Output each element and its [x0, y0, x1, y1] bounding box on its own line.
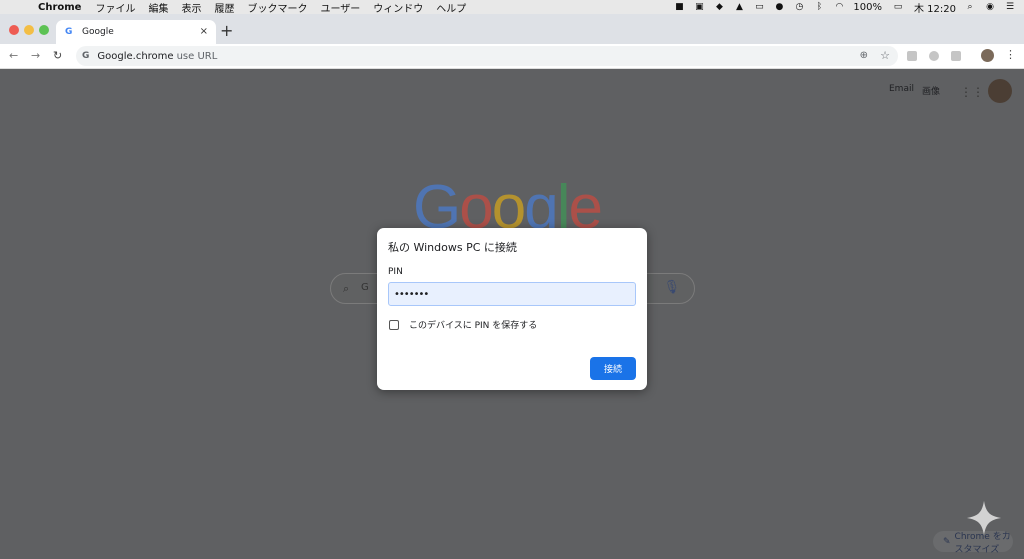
zoom-icon[interactable]: ⊕ — [860, 50, 868, 61]
pin-label: PIN — [388, 267, 403, 277]
google-g-icon: G — [82, 51, 90, 61]
address-bar[interactable]: G Google.chrome use URL ⊕ ☆ — [76, 46, 898, 66]
menu-window[interactable]: ウィンドウ — [373, 0, 423, 15]
extension-icon[interactable] — [907, 51, 917, 61]
search-icon: ⌕ — [343, 282, 350, 295]
tab-strip: G Google × + — [0, 14, 1024, 44]
briefcase-icon[interactable]: ▣ — [693, 2, 705, 12]
images-link[interactable]: 画像 — [922, 84, 940, 97]
siri-icon[interactable]: ◉ — [984, 2, 996, 12]
spotlight-search-icon[interactable]: ⌕ — [964, 2, 976, 12]
menu-file[interactable]: ファイル — [95, 0, 135, 15]
back-arrow-icon[interactable]: ← — [9, 49, 18, 62]
menu-app-name[interactable]: Chrome — [38, 2, 81, 13]
profile-avatar-small[interactable] — [981, 49, 994, 62]
reload-icon[interactable]: ↻ — [53, 49, 62, 62]
google-apps-grid-icon[interactable]: ⋮⋮⋮ — [960, 86, 996, 98]
tab-close-icon[interactable]: × — [200, 26, 208, 37]
menu-view[interactable]: 表示 — [181, 0, 201, 15]
url-rest-text: use URL — [176, 50, 218, 62]
menu-extra-icon[interactable]: ● — [773, 2, 785, 12]
pin-input[interactable] — [388, 282, 636, 306]
browser-toolbar: ← → ↻ G Google.chrome use URL ⊕ ☆ ⋮ — [0, 44, 1024, 69]
connect-button[interactable]: 接続 — [590, 357, 636, 380]
battery-icon[interactable]: ▭ — [890, 2, 906, 12]
menu-people[interactable]: ユーザー — [320, 0, 360, 15]
forward-arrow-icon[interactable]: → — [31, 49, 40, 62]
macos-menu-bar: Chrome ファイル 編集 表示 履歴 ブックマーク ユーザー ウィンドウ ヘ… — [0, 0, 1024, 15]
menu-help[interactable]: ヘルプ — [436, 0, 466, 15]
dropbox-icon[interactable]: ◆ — [713, 2, 725, 12]
gmail-link[interactable]: Email — [889, 84, 914, 94]
control-list-icon[interactable]: ☰ — [1004, 2, 1016, 12]
battery-percent: 100% — [853, 1, 882, 13]
new-tab-button[interactable]: + — [220, 23, 233, 39]
remember-pin-label[interactable]: このデバイスに PIN を保存する — [409, 318, 537, 331]
menu-bookmarks[interactable]: ブックマーク — [247, 0, 307, 15]
window-close-button[interactable] — [9, 25, 19, 35]
extension-globe-icon[interactable] — [929, 51, 939, 61]
menu-history[interactable]: 履歴 — [214, 0, 234, 15]
pin-dialog: 私の Windows PC に接続 PIN このデバイスに PIN を保存する … — [377, 228, 647, 390]
remember-pin-checkbox[interactable] — [389, 320, 399, 330]
tab-title: Google — [82, 27, 114, 37]
sparkle-watermark-icon — [966, 500, 1002, 536]
menu-edit[interactable]: 編集 — [148, 0, 168, 15]
more-menu-icon[interactable]: ⋮ — [1005, 48, 1016, 61]
url-host-text: Google.chrome — [97, 50, 174, 62]
google-favicon-icon: G — [65, 27, 73, 37]
time-machine-icon[interactable]: ◷ — [793, 2, 805, 12]
pencil-icon: ✎ — [943, 536, 951, 547]
menu-clock[interactable]: 木 12:20 — [914, 0, 956, 15]
tab-google[interactable]: G Google × — [56, 20, 216, 44]
dialog-title: 私の Windows PC に接続 — [388, 241, 517, 254]
display-icon[interactable]: ▭ — [753, 2, 765, 12]
microphone-icon[interactable]: 🎙 — [663, 280, 680, 295]
window-zoom-button[interactable] — [39, 25, 49, 35]
wifi-icon[interactable]: ◠ — [833, 2, 845, 12]
extension-mail-icon[interactable] — [951, 51, 961, 61]
search-partial-text: G — [361, 282, 369, 293]
upload-icon[interactable]: ▲ — [733, 2, 745, 12]
bluetooth-icon[interactable]: ᛒ — [813, 2, 825, 12]
camera-icon[interactable]: ■ — [673, 2, 685, 12]
window-minimize-button[interactable] — [24, 25, 34, 35]
account-avatar[interactable] — [988, 79, 1012, 103]
bookmark-star-icon[interactable]: ☆ — [880, 49, 890, 62]
